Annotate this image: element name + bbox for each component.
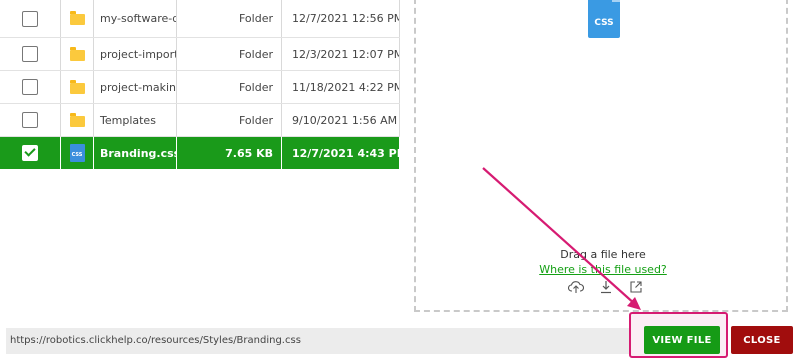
file-type: Folder bbox=[176, 37, 282, 71]
table-row-selected[interactable]: CSS Branding.css 7.65 KB 12/7/2021 4:43 … bbox=[0, 136, 400, 170]
file-modified: 11/18/2021 4:22 PM bbox=[281, 70, 400, 104]
file-type: Folder bbox=[176, 70, 282, 104]
folder-icon bbox=[69, 79, 85, 94]
file-name[interactable]: project-import bbox=[93, 37, 177, 71]
file-size: 7.65 KB bbox=[176, 136, 282, 170]
open-external-icon[interactable] bbox=[626, 279, 646, 295]
file-name[interactable]: Branding.css bbox=[93, 136, 177, 170]
folder-icon bbox=[69, 11, 85, 26]
where-used-link[interactable]: Where is this file used? bbox=[416, 263, 790, 276]
row-checkbox[interactable] bbox=[22, 46, 38, 62]
css-file-icon: CSS bbox=[69, 144, 85, 162]
file-modified: 12/7/2021 4:43 PM bbox=[281, 136, 400, 170]
file-list-table: my-software-d Folder 12/7/2021 12:56 PM … bbox=[0, 0, 400, 170]
file-url-bar: https://robotics.clickhelp.co/resources/… bbox=[6, 328, 630, 354]
file-type: Folder bbox=[176, 103, 282, 137]
file-name[interactable]: project-making bbox=[93, 70, 177, 104]
upload-icon[interactable] bbox=[566, 279, 586, 295]
row-checkbox[interactable] bbox=[22, 112, 38, 128]
file-preview-dropzone[interactable]: CSS Drag a file here Where is this file … bbox=[414, 0, 788, 312]
folder-icon bbox=[69, 112, 85, 127]
table-row[interactable]: project-import Folder 12/3/2021 12:07 PM bbox=[0, 37, 400, 71]
row-checkbox[interactable] bbox=[22, 79, 38, 95]
table-row[interactable]: project-making Folder 11/18/2021 4:22 PM bbox=[0, 70, 400, 104]
row-checkbox[interactable] bbox=[22, 10, 38, 27]
download-icon[interactable] bbox=[596, 279, 616, 295]
file-actions bbox=[566, 279, 646, 295]
file-name[interactable]: Templates bbox=[93, 103, 177, 137]
table-row[interactable]: Templates Folder 9/10/2021 1:56 AM bbox=[0, 103, 400, 137]
file-name[interactable]: my-software-d bbox=[93, 0, 177, 38]
table-row[interactable]: my-software-d Folder 12/7/2021 12:56 PM bbox=[0, 0, 400, 38]
file-type: Folder bbox=[176, 0, 282, 38]
row-checkbox-checked[interactable] bbox=[22, 145, 38, 161]
view-file-button[interactable]: VIEW FILE bbox=[644, 326, 720, 354]
file-modified: 9/10/2021 1:56 AM bbox=[281, 103, 400, 137]
file-modified: 12/7/2021 12:56 PM bbox=[281, 0, 400, 38]
css-file-preview-icon: CSS bbox=[588, 0, 620, 38]
file-modified: 12/3/2021 12:07 PM bbox=[281, 37, 400, 71]
folder-icon bbox=[69, 46, 85, 61]
drag-hint: Drag a file here bbox=[560, 248, 646, 261]
close-button[interactable]: CLOSE bbox=[731, 326, 793, 354]
